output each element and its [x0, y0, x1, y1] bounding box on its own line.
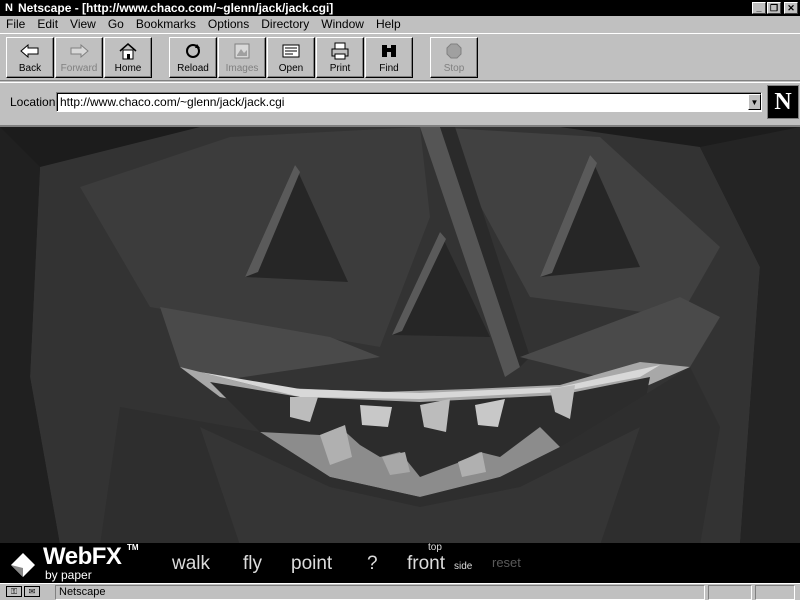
reload-button[interactable]: Reload [169, 37, 217, 78]
minimize-button[interactable]: _ [752, 2, 766, 14]
reset-button[interactable]: reset [492, 555, 521, 570]
maximize-button[interactable]: ❐ [767, 2, 781, 14]
open-button[interactable]: Open [267, 37, 315, 78]
images-label: Images [225, 63, 259, 74]
back-label: Back [18, 63, 42, 74]
webfx-logo-icon [11, 553, 35, 577]
netscape-logo-letter: N [774, 88, 792, 115]
status-progress-cell [708, 585, 752, 600]
menu-window[interactable]: Window [321, 17, 364, 31]
open-icon [280, 42, 302, 60]
vrml-scene-viewport[interactable] [0, 125, 800, 543]
status-bar: ⚿ ✉ Netscape [0, 583, 800, 600]
printer-icon [329, 42, 351, 60]
menu-bar: File Edit View Go Bookmarks Options Dire… [0, 16, 800, 32]
location-input[interactable]: http://www.chaco.com/~glenn/jack/jack.cg… [56, 92, 762, 112]
home-icon [117, 42, 139, 60]
images-button[interactable]: Images [218, 37, 266, 78]
menu-help[interactable]: Help [376, 17, 401, 31]
toolbar: Back Forward Home Reload Images Open Pri… [0, 33, 800, 81]
webfx-brand: WebFX [43, 543, 122, 570]
forward-arrow-icon [68, 42, 90, 60]
point-mode-button[interactable]: point [291, 553, 332, 575]
webfx-trademark: TM [127, 543, 139, 552]
find-label: Find [379, 63, 399, 74]
reload-label: Reload [177, 63, 209, 74]
location-dropdown-button[interactable]: ▼ [748, 94, 761, 110]
stop-icon [443, 42, 465, 60]
window-title: Netscape - [http://www.chaco.com/~glenn/… [18, 1, 334, 15]
menu-edit[interactable]: Edit [37, 17, 58, 31]
tooth [360, 405, 392, 427]
side-view-button[interactable]: side [454, 561, 472, 572]
print-button[interactable]: Print [316, 37, 364, 78]
back-button[interactable]: Back [6, 37, 54, 78]
back-arrow-icon [19, 42, 41, 60]
reload-icon [182, 42, 204, 60]
netscape-app-icon[interactable]: N [2, 1, 16, 15]
close-button[interactable]: ✕ [784, 2, 798, 14]
title-bar: N Netscape - [http://www.chaco.com/~glen… [0, 0, 800, 16]
fly-mode-button[interactable]: fly [243, 553, 262, 575]
status-text: Netscape [55, 585, 705, 600]
mail-icon[interactable]: ✉ [24, 586, 40, 597]
walk-mode-button[interactable]: walk [172, 553, 210, 575]
menu-go[interactable]: Go [108, 17, 124, 31]
netscape-logo[interactable]: N [767, 85, 799, 119]
menu-directory[interactable]: Directory [261, 17, 309, 31]
images-icon [231, 42, 253, 60]
forward-button[interactable]: Forward [55, 37, 103, 78]
front-view-button[interactable]: front [407, 553, 445, 575]
menu-file[interactable]: File [6, 17, 25, 31]
webfx-control-bar: WebFX TM by paper walk fly point ? front… [0, 542, 800, 583]
status-extra-cell [755, 585, 795, 600]
binoculars-icon [378, 42, 400, 60]
location-bar: Location: http://www.chaco.com/~glenn/ja… [0, 82, 800, 122]
top-view-button[interactable]: top [428, 542, 442, 553]
print-label: Print [329, 63, 351, 74]
menu-view[interactable]: View [70, 17, 96, 31]
chevron-down-icon: ▼ [750, 97, 759, 107]
menu-options[interactable]: Options [208, 17, 249, 31]
jack-o-lantern-scene [0, 127, 800, 543]
menu-bookmarks[interactable]: Bookmarks [136, 17, 196, 31]
find-button[interactable]: Find [365, 37, 413, 78]
security-key-icon[interactable]: ⚿ [6, 586, 22, 597]
help-button[interactable]: ? [367, 553, 378, 575]
home-button[interactable]: Home [104, 37, 152, 78]
stop-label: Stop [443, 63, 465, 74]
webfx-byline: by paper [45, 568, 92, 582]
security-indicators: ⚿ ✉ [6, 586, 42, 598]
forward-label: Forward [60, 63, 98, 74]
open-label: Open [278, 63, 304, 74]
window-controls: _ ❐ ✕ [751, 2, 798, 14]
stop-button[interactable]: Stop [430, 37, 478, 78]
home-label: Home [114, 63, 142, 74]
location-label: Location: [10, 95, 59, 109]
